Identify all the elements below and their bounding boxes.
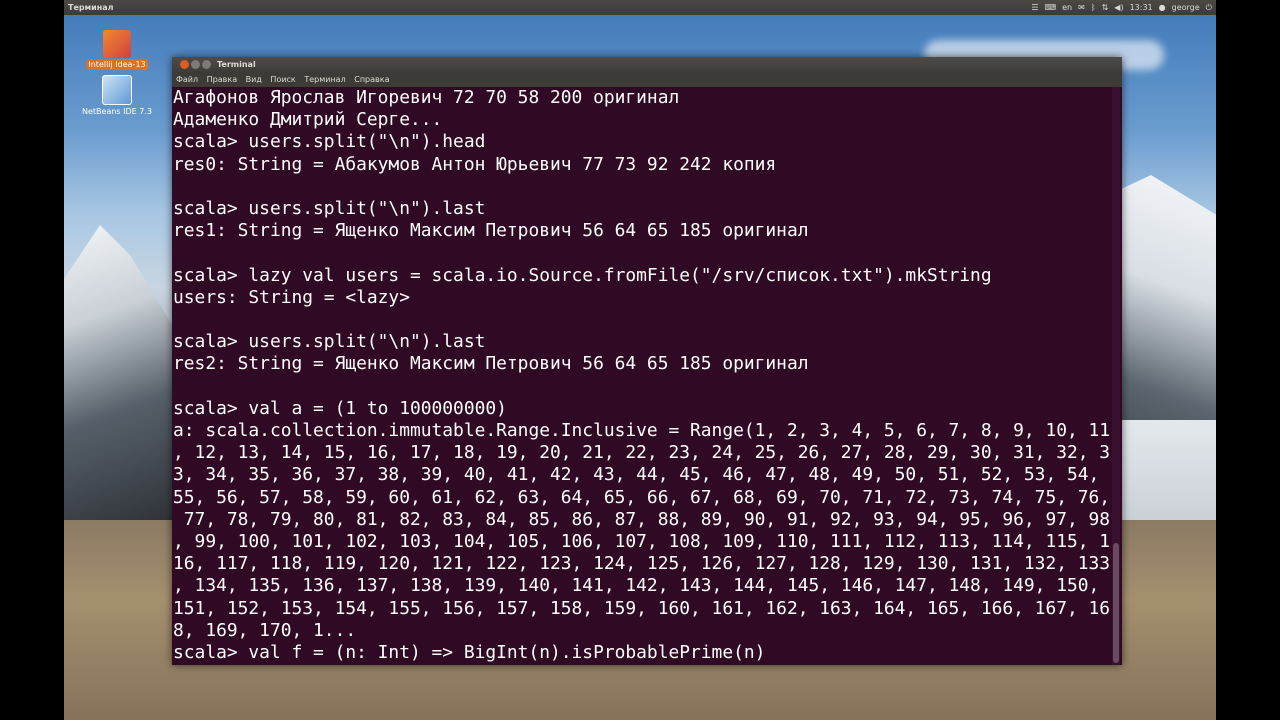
menu-file[interactable]: Файл xyxy=(176,75,198,84)
terminal-line: scala> val f = (n: Int) => BigInt(n).isP… xyxy=(173,642,766,664)
terminal-line: res1: String = Ященко Максим Петрович 56… xyxy=(173,220,809,242)
window-title: Terminal xyxy=(217,60,256,69)
menu-bar: Файл Правка Вид Поиск Терминал Справка xyxy=(172,72,1122,87)
terminal-line: 55, 56, 57, 58, 59, 60, 61, 62, 63, 64, … xyxy=(173,486,1111,508)
user-name[interactable]: george xyxy=(1172,0,1200,15)
scrollbar[interactable] xyxy=(1112,87,1120,665)
active-app-title: Терминал xyxy=(68,3,114,12)
terminal-window[interactable]: Terminal Файл Правка Вид Поиск Терминал … xyxy=(172,57,1122,665)
user-icon: ● xyxy=(1158,3,1166,12)
desktop-icon-label: NetBeans IDE 7.3 xyxy=(82,107,152,116)
terminal-line: scala> lazy val users = scala.io.Source.… xyxy=(173,264,992,286)
desktop-icon-label: Intellij Idea-13 xyxy=(86,59,148,70)
terminal-line: 8, 169, 170, 1... xyxy=(173,619,357,641)
terminal-line: scala> users.split("\n").head xyxy=(173,131,486,153)
power-icon[interactable]: ⏻ xyxy=(1206,0,1212,15)
menu-edit[interactable]: Правка xyxy=(207,75,237,84)
terminal-line: , 134, 135, 136, 137, 138, 139, 140, 141… xyxy=(173,575,1100,597)
terminal-line: scala> val a = (1 to 100000000) xyxy=(173,397,507,419)
network-icon[interactable]: ⇅ xyxy=(1102,0,1109,15)
top-panel: Терминал ☰ ⌨ en ✉ ᛒ ⇅ ◀) 13:31 ● george … xyxy=(64,0,1216,15)
desktop-icon-netbeans[interactable]: NetBeans IDE 7.3 xyxy=(81,75,153,116)
terminal-line: users: String = <lazy> xyxy=(173,286,410,308)
terminal-line: 16, 117, 118, 119, 120, 121, 122, 123, 1… xyxy=(173,553,1111,575)
window-titlebar[interactable]: Terminal xyxy=(172,57,1122,72)
keyboard-icon[interactable]: ⌨ xyxy=(1045,0,1057,15)
terminal-line: scala> users.split("\n").last xyxy=(173,331,486,353)
terminal-line: 151, 152, 153, 154, 155, 156, 157, 158, … xyxy=(173,597,1111,619)
menu-help[interactable]: Справка xyxy=(354,75,389,84)
mail-icon[interactable]: ✉ xyxy=(1078,0,1085,15)
terminal-line: res0: String = Абакумов Антон Юрьевич 77… xyxy=(173,153,777,175)
intellij-icon xyxy=(103,30,131,58)
menu-terminal[interactable]: Терминал xyxy=(304,75,345,84)
terminal-line: , 12, 13, 14, 15, 16, 17, 18, 19, 20, 21… xyxy=(173,442,1111,464)
terminal-line: Адаменко Дмитрий Серге... xyxy=(173,109,443,131)
terminal-line: 3, 34, 35, 36, 37, 38, 39, 40, 41, 42, 4… xyxy=(173,464,1100,486)
keyboard-layout[interactable]: en xyxy=(1062,0,1072,15)
terminal-line: 77, 78, 79, 80, 81, 82, 83, 84, 85, 86, … xyxy=(173,508,1111,530)
scrollbar-thumb[interactable] xyxy=(1113,543,1119,663)
terminal-line: a: scala.collection.immutable.Range.Incl… xyxy=(173,420,1111,442)
volume-icon[interactable]: ◀) xyxy=(1114,0,1123,15)
clock[interactable]: 13:31 xyxy=(1130,0,1153,15)
minimize-icon[interactable] xyxy=(191,60,200,69)
maximize-icon[interactable] xyxy=(202,60,211,69)
netbeans-icon xyxy=(102,75,132,105)
system-tray: ☰ ⌨ en ✉ ᛒ ⇅ ◀) 13:31 ● george ⏻ xyxy=(1031,0,1212,15)
menu-view[interactable]: Вид xyxy=(246,75,262,84)
wallpaper-mountain-left xyxy=(64,225,184,525)
desktop-icon-intellij[interactable]: Intellij Idea-13 xyxy=(81,30,153,70)
close-icon[interactable] xyxy=(180,60,189,69)
bluetooth-icon[interactable]: ᛒ xyxy=(1091,0,1096,15)
terminal-line: Агафонов Ярослав Игоревич 72 70 58 200 о… xyxy=(173,87,680,108)
menu-search[interactable]: Поиск xyxy=(270,75,295,84)
terminal-output[interactable]: Агафонов Ярослав Игоревич 72 70 58 200 о… xyxy=(172,87,1111,665)
menu-icon[interactable]: ☰ xyxy=(1031,0,1038,15)
terminal-line: scala> users.split("\n").last xyxy=(173,198,486,220)
terminal-line: , 99, 100, 101, 102, 103, 104, 105, 106,… xyxy=(173,531,1111,553)
terminal-line: res2: String = Ященко Максим Петрович 56… xyxy=(173,353,809,375)
